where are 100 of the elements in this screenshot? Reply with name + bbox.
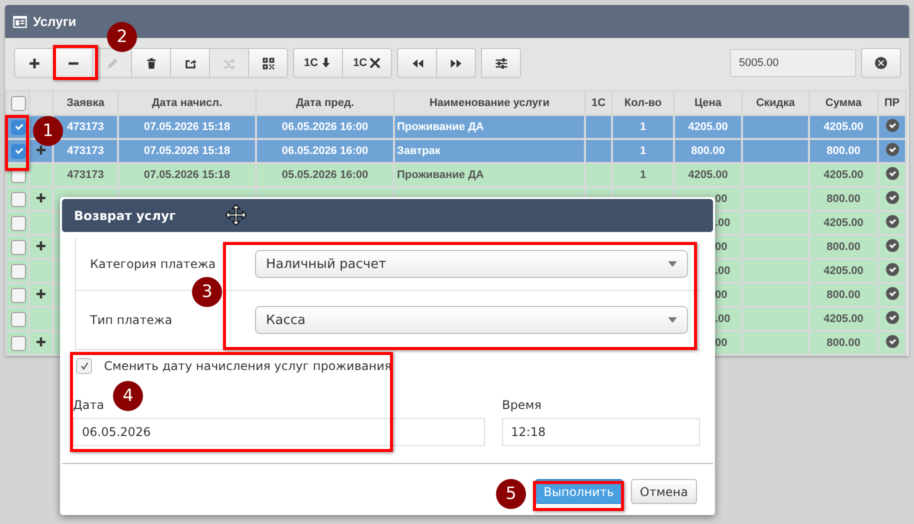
check-icon — [14, 122, 24, 132]
table-cell: 1 — [612, 163, 674, 187]
cross-icon — [369, 57, 382, 69]
table-cell: 800.00 — [809, 235, 878, 259]
column-header[interactable]: Цена — [674, 91, 742, 115]
plus-icon[interactable] — [35, 336, 47, 348]
checkbox[interactable] — [11, 336, 26, 350]
column-header[interactable]: Заявка — [53, 91, 118, 115]
caret-icon — [668, 261, 677, 267]
table-cell: 07.05.2026 15:18 — [118, 163, 256, 187]
trash-icon — [144, 56, 158, 70]
rewind-button[interactable] — [397, 48, 438, 78]
clear-button[interactable] — [861, 48, 901, 78]
checkbox[interactable] — [11, 96, 26, 110]
check-circle-icon — [886, 167, 898, 180]
table-cell: 800.00 — [809, 283, 878, 307]
checkbox[interactable] — [11, 216, 26, 230]
plus-icon[interactable] — [35, 288, 47, 300]
caret-icon — [668, 317, 677, 323]
forward-button[interactable] — [436, 48, 476, 78]
highlight-frame — [53, 45, 98, 80]
checkbox[interactable] — [11, 288, 26, 302]
export-button[interactable]: 1С — [293, 48, 344, 78]
table-cell: Проживание ДА — [394, 115, 585, 139]
table-cell: 4205.00 — [809, 115, 878, 139]
table-cell: 4205.00 — [674, 163, 742, 187]
check-circle-icon — [886, 215, 898, 228]
checkbox[interactable] — [11, 192, 26, 206]
select-field[interactable]: Касса — [255, 306, 688, 334]
checkbox[interactable] — [11, 312, 26, 326]
qr-button[interactable] — [248, 48, 288, 78]
check-circle-icon — [886, 335, 898, 348]
checkbox[interactable] — [11, 144, 26, 158]
rewind-icon — [410, 56, 424, 70]
cancel-export-button[interactable]: 1С — [342, 48, 392, 78]
table-cell: Проживание ДА — [394, 163, 585, 187]
check-circle-icon — [886, 287, 898, 300]
table-cell: 05.05.2026 16:00 — [256, 163, 394, 187]
table-cell: 4205.00 — [809, 163, 878, 187]
share-button[interactable] — [170, 48, 210, 78]
plus-icon — [28, 56, 40, 70]
table-cell: Завтрак — [394, 139, 585, 163]
table-cell: 473173 — [53, 163, 118, 187]
check-icon — [14, 146, 24, 156]
checkbox-label: Сменить дату начисления услуг проживания — [104, 359, 392, 373]
column-header[interactable]: Дата пред. — [256, 91, 394, 115]
time-field[interactable]: 12:18 — [502, 418, 700, 446]
column-header[interactable]: Дата начисл. — [118, 91, 256, 115]
checkbox[interactable] — [11, 120, 26, 134]
checkbox[interactable] — [11, 264, 26, 278]
column-header[interactable]: Наименование услуги — [394, 91, 585, 115]
table-cell: 07.05.2026 15:18 — [118, 115, 256, 139]
plus-icon[interactable] — [35, 192, 47, 204]
field-label: Категория платежа — [89, 257, 217, 271]
plus-icon[interactable] — [35, 240, 47, 252]
table-cell: 800.00 — [809, 139, 878, 163]
add-button[interactable] — [14, 48, 54, 78]
table-cell: 800.00 — [674, 139, 742, 163]
table-cell: 4205.00 — [809, 307, 878, 331]
plus-icon[interactable] — [35, 144, 47, 156]
table-cell: 4205.00 — [674, 115, 742, 139]
settings-button[interactable] — [481, 48, 522, 78]
check-circle-icon — [886, 239, 898, 252]
panel-title: Услуги — [33, 14, 76, 29]
table-cell: 06.05.2026 16:00 — [256, 115, 394, 139]
date-field[interactable]: 06.05.2026 — [73, 418, 485, 446]
dialog-title: Возврат услуг — [74, 208, 176, 223]
move-cursor-icon — [225, 204, 247, 226]
checkbox[interactable] — [76, 358, 92, 374]
table-cell: 1 — [612, 139, 674, 163]
sliders-icon — [494, 56, 508, 70]
total-field[interactable]: 5005.00 — [730, 49, 856, 77]
checkbox[interactable] — [11, 240, 26, 254]
check-circle-icon — [886, 119, 898, 132]
table-cell: 4205.00 — [809, 211, 878, 235]
column-header[interactable]: Кол-во — [612, 91, 674, 115]
field-label: Время — [502, 398, 542, 412]
shuffle-icon — [222, 56, 236, 70]
table-cell: 473173 — [53, 139, 118, 163]
table-cell: 07.05.2026 15:18 — [118, 139, 256, 163]
qr-code-icon — [262, 56, 274, 70]
check-circle-icon — [886, 191, 898, 204]
table-cell: 1 — [612, 115, 674, 139]
field-label: Тип платежа — [89, 313, 174, 327]
down-arrow-icon — [320, 57, 332, 69]
column-header[interactable]: Сумма — [809, 91, 878, 115]
column-header[interactable]: 1С — [585, 91, 612, 115]
select-field[interactable]: Наличный расчет — [255, 250, 688, 278]
column-header[interactable]: Скидка — [742, 91, 809, 115]
clear-icon — [875, 57, 887, 69]
check-circle-icon — [886, 263, 898, 276]
cancel-button[interactable]: Отмена — [630, 479, 697, 504]
column-header[interactable]: ПР — [878, 91, 906, 115]
highlight-frame — [5, 115, 29, 171]
fast-forward-icon — [450, 56, 463, 70]
check-circle-icon — [886, 311, 898, 324]
delete-button[interactable] — [131, 48, 171, 78]
pencil-icon — [106, 56, 118, 70]
window-icon — [13, 16, 27, 28]
table-cell: 800.00 — [809, 331, 878, 355]
